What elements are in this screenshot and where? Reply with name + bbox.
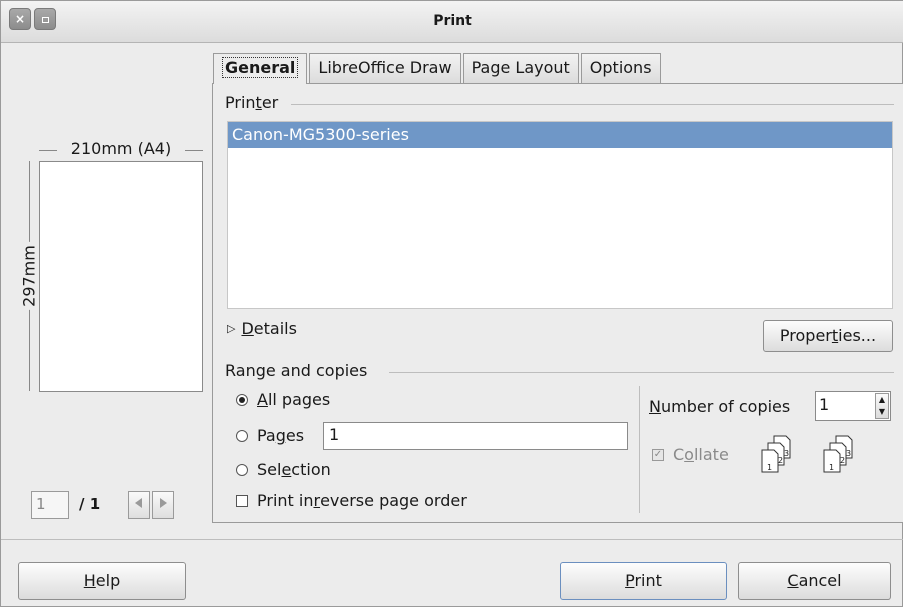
arrow-left-icon [135, 498, 142, 508]
svg-text:2: 2 [778, 456, 783, 465]
svg-text:1: 1 [767, 463, 772, 472]
print-dialog: × Print 210mm (A4) 297mm 1 / 1 General L… [0, 0, 903, 607]
tab-general[interactable]: General [213, 53, 308, 84]
copies-label: Number of copies [649, 397, 791, 416]
preview-width-label: 210mm (A4) [39, 139, 203, 158]
window-title: Print [433, 13, 472, 29]
svg-text:3: 3 [784, 449, 789, 458]
tab-libreoffice-draw[interactable]: LibreOffice Draw [309, 53, 461, 83]
page-number-field[interactable]: 1 [31, 491, 69, 519]
radio-unchecked-icon [236, 463, 248, 476]
details-label-underline: D [241, 319, 254, 338]
next-page-button[interactable] [152, 491, 174, 519]
printer-list-item[interactable]: Canon-MG5300-series [228, 122, 892, 148]
previous-page-button[interactable] [128, 491, 150, 519]
details-label: etails [253, 319, 297, 338]
range-section-label: Range and copies [225, 361, 368, 380]
tab-general-label: General [222, 57, 299, 78]
copies-value: 1 [819, 395, 830, 414]
page-preview [39, 161, 203, 392]
svg-text:1: 1 [829, 463, 834, 472]
page-total-label: / 1 [79, 495, 101, 513]
expand-triangle-icon: ▷ [227, 322, 236, 335]
pages-radio[interactable]: Pa g es [236, 426, 304, 445]
arrow-right-icon [160, 498, 167, 508]
selection-radio[interactable]: Sel e ction [236, 460, 331, 479]
spin-up-icon[interactable]: ▲ [876, 394, 888, 406]
tab-bar: General LibreOffice Draw Page Layout Opt… [213, 53, 663, 84]
print-button[interactable]: Print [560, 562, 727, 600]
collate-checkbox[interactable]: ✓ Co llate [652, 445, 729, 464]
copies-spinbox[interactable]: 1 ▲ ▼ [815, 391, 891, 421]
preview-height-ruler: 297mm [19, 161, 39, 391]
tab-page-layout[interactable]: Page Layout [462, 53, 579, 83]
printer-section-label: Printer [225, 93, 279, 112]
checkbox-checked-icon: ✓ [652, 448, 664, 461]
collate-pages-icon: 321 [761, 435, 791, 473]
tab-options[interactable]: Options [580, 53, 661, 83]
help-button[interactable]: Help [18, 562, 186, 600]
properties-button[interactable]: Properties... [763, 320, 893, 352]
printer-section-divider [291, 104, 894, 105]
copies-divider [639, 386, 640, 513]
details-expander[interactable]: ▷ Details [227, 319, 297, 338]
reverse-order-checkbox[interactable]: Print in r everse page order [236, 491, 467, 510]
radio-unchecked-icon [236, 429, 248, 442]
spin-down-icon[interactable]: ▼ [876, 406, 888, 418]
range-section-divider [389, 372, 894, 373]
checkbox-unchecked-icon [236, 494, 248, 507]
radio-checked-icon [236, 393, 248, 406]
printer-list[interactable]: Canon-MG5300-series [227, 121, 893, 309]
preview-height-label: 297mm [19, 242, 39, 310]
svg-text:3: 3 [846, 449, 851, 458]
collate-pages-icon: 321 [823, 435, 853, 473]
all-pages-radio[interactable]: All pages [236, 390, 330, 409]
svg-text:2: 2 [840, 456, 845, 465]
pages-range-input[interactable]: 1 [323, 422, 628, 450]
button-bar-divider [1, 539, 903, 540]
cancel-button[interactable]: Cancel [738, 562, 891, 600]
title-bar: × Print [1, 1, 903, 43]
copies-spin-buttons[interactable]: ▲ ▼ [875, 393, 889, 419]
